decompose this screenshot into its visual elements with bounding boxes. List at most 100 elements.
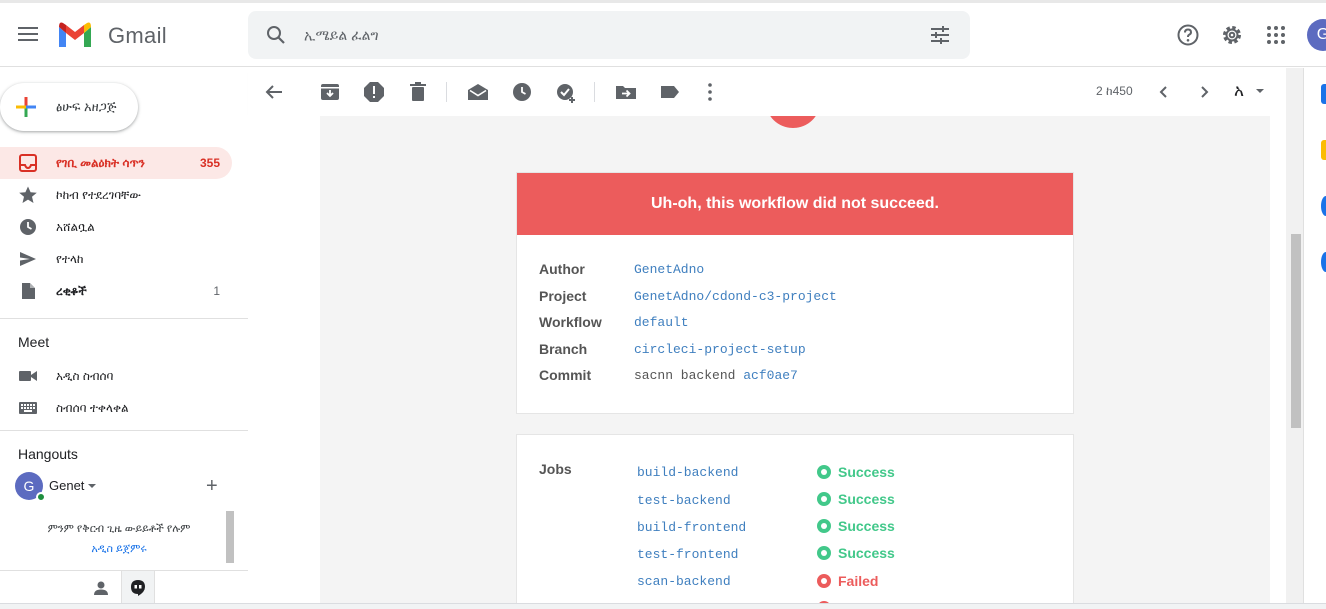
jobs-card: Jobs build-backend Success test-backend … (516, 434, 1074, 603)
help-icon[interactable] (1176, 23, 1200, 47)
move-to-icon[interactable] (614, 80, 638, 104)
contacts-icon[interactable] (92, 579, 110, 597)
job-status-label: Success (838, 518, 895, 534)
label-icon[interactable] (658, 80, 682, 104)
detail-label: Workflow (539, 314, 602, 330)
unread-count: 355 (199, 156, 220, 170)
success-icon (817, 546, 831, 560)
detail-label: Commit (539, 367, 592, 383)
input-tools-button[interactable]: አ (1234, 81, 1244, 101)
back-icon[interactable] (262, 80, 286, 104)
apps-icon[interactable] (1264, 23, 1288, 47)
failure-banner: Uh-oh, this workflow did not succeed. (517, 173, 1073, 235)
send-icon (20, 252, 36, 266)
job-status-label: Success (838, 545, 895, 561)
sidebar-item-label: አዲስ ስብሰባ (56, 369, 114, 383)
gmail-logo[interactable] (57, 21, 93, 49)
add-task-icon[interactable] (554, 80, 578, 104)
detail-label: Project (539, 288, 587, 304)
report-spam-icon[interactable] (362, 80, 386, 104)
hangouts-heading: Hangouts (18, 446, 78, 462)
chevron-down-icon[interactable] (1256, 89, 1264, 93)
sidebar-item-snoozed[interactable]: አሸልቧል (0, 211, 232, 243)
job-name-link[interactable]: test-backend (637, 493, 731, 508)
archive-icon[interactable] (318, 80, 342, 104)
job-name-link[interactable]: build-frontend (637, 520, 746, 535)
compose-button[interactable]: ፅሁፍ አዘጋጅ (0, 83, 138, 131)
workflow-summary-card: Uh-oh, this workflow did not succeed. Au… (516, 172, 1074, 414)
sidebar-item-label: ኮከብ የተደረገባቸው (56, 188, 141, 202)
job-name-link[interactable]: scan-backend (637, 574, 731, 589)
side-panel (1303, 68, 1326, 603)
hangouts-panel: ምንም የቅርብ ጊዜ ውይይቶች የሉም አዲስ ይጀምሩ (14, 511, 234, 563)
sidebar-item-label: የተላከ (56, 252, 84, 266)
add-chat-icon[interactable]: + (206, 476, 218, 496)
sidebar-item-drafts[interactable]: ረቂቆች 1 (0, 275, 232, 307)
branch-link[interactable]: circleci-project-setup (634, 342, 806, 357)
email-body: Uh-oh, this workflow did not succeed. Au… (248, 116, 1286, 603)
sidebar-footer (0, 570, 248, 604)
start-new-link[interactable]: አዲስ ይጀምሩ (14, 543, 224, 556)
jobs-label: Jobs (539, 461, 572, 477)
commit-value: sacnn backend acf0ae7 (634, 368, 798, 383)
inbox-icon (19, 154, 37, 172)
hangouts-icon[interactable] (129, 579, 147, 597)
job-status: Success (817, 464, 895, 480)
success-icon (817, 465, 831, 479)
message-toolbar: 2 ከ450 አ (248, 68, 1286, 116)
sidebar-item-label: አሸልቧል (56, 220, 95, 234)
mark-unread-icon[interactable] (466, 80, 490, 104)
sidebar-item-join-meeting[interactable]: ስብሰባ ተቀላቀል (0, 392, 232, 424)
star-icon (19, 186, 37, 203)
sidebar-item-label: የገቢ መልዕክት ሳጥን (56, 156, 145, 170)
workflow-link[interactable]: default (634, 315, 689, 330)
sidebar-item-label: ረቂቆች (56, 284, 87, 298)
job-status-label: Success (838, 491, 895, 507)
hangouts-empty-message: ምንም የቅርብ ጊዜ ውይይቶች የሉም (47, 523, 191, 535)
job-status: Success (817, 518, 895, 534)
sidebar: ፅሁፍ አዘጋጅ የገቢ መልዕክት ሳጥን 355 ኮከብ የተደረገባቸው … (0, 68, 248, 604)
search-bar[interactable]: ኢሜይል ፈልግ (248, 11, 970, 59)
job-status-label: Success (838, 464, 895, 480)
chevron-right-icon[interactable] (1192, 80, 1216, 104)
commit-message: sacnn backend (634, 368, 736, 383)
draft-count: 1 (213, 284, 220, 298)
job-name-link[interactable]: test-frontend (637, 547, 738, 562)
chevron-left-icon[interactable] (1152, 80, 1176, 104)
sidebar-item-sent[interactable]: የተላከ (0, 243, 232, 275)
sidebar-item-starred[interactable]: ኮከብ የተደረገባቸው (0, 179, 232, 211)
tasks-icon[interactable] (1321, 196, 1326, 216)
author-link[interactable]: GenetAdno (634, 262, 704, 277)
header: Gmail ኢሜይል ፈልግ G (0, 3, 1326, 67)
search-icon[interactable] (264, 23, 288, 47)
clock-icon (20, 219, 36, 235)
job-status: Success (817, 491, 895, 507)
draft-icon (22, 283, 35, 299)
detail-label: Branch (539, 341, 588, 357)
job-status-label: Failed (838, 573, 879, 589)
job-status: Failed (817, 573, 878, 589)
failed-icon (817, 574, 831, 588)
delete-icon[interactable] (406, 80, 430, 104)
contacts-app-icon[interactable] (1321, 252, 1326, 272)
sidebar-item-label: ስብሰባ ተቀላቀል (56, 401, 129, 415)
search-options-icon[interactable] (928, 23, 952, 47)
keep-icon[interactable] (1321, 140, 1326, 160)
scrollbar-thumb[interactable] (1291, 234, 1301, 428)
snooze-icon[interactable] (510, 80, 534, 104)
keyboard-icon (19, 402, 37, 414)
job-name-link[interactable]: build-backend (637, 465, 738, 480)
menu-icon[interactable] (16, 23, 40, 47)
project-link[interactable]: GenetAdno/cdond-c3-project (634, 289, 837, 304)
calendar-icon[interactable] (1321, 84, 1326, 104)
chevron-down-icon[interactable] (88, 484, 96, 488)
settings-icon[interactable] (1220, 23, 1244, 47)
hangouts-user-name[interactable]: Genet (49, 478, 84, 493)
sidebar-item-new-meeting[interactable]: አዲስ ስብሰባ (0, 360, 232, 392)
success-icon (817, 492, 831, 506)
commit-hash-link[interactable]: acf0ae7 (743, 368, 798, 383)
search-input[interactable]: ኢሜይል ፈልግ (304, 27, 379, 44)
sidebar-item-inbox[interactable]: የገቢ መልዕክት ሳጥን 355 (0, 147, 232, 179)
more-icon[interactable] (698, 80, 722, 104)
account-avatar[interactable]: G (1307, 19, 1326, 51)
